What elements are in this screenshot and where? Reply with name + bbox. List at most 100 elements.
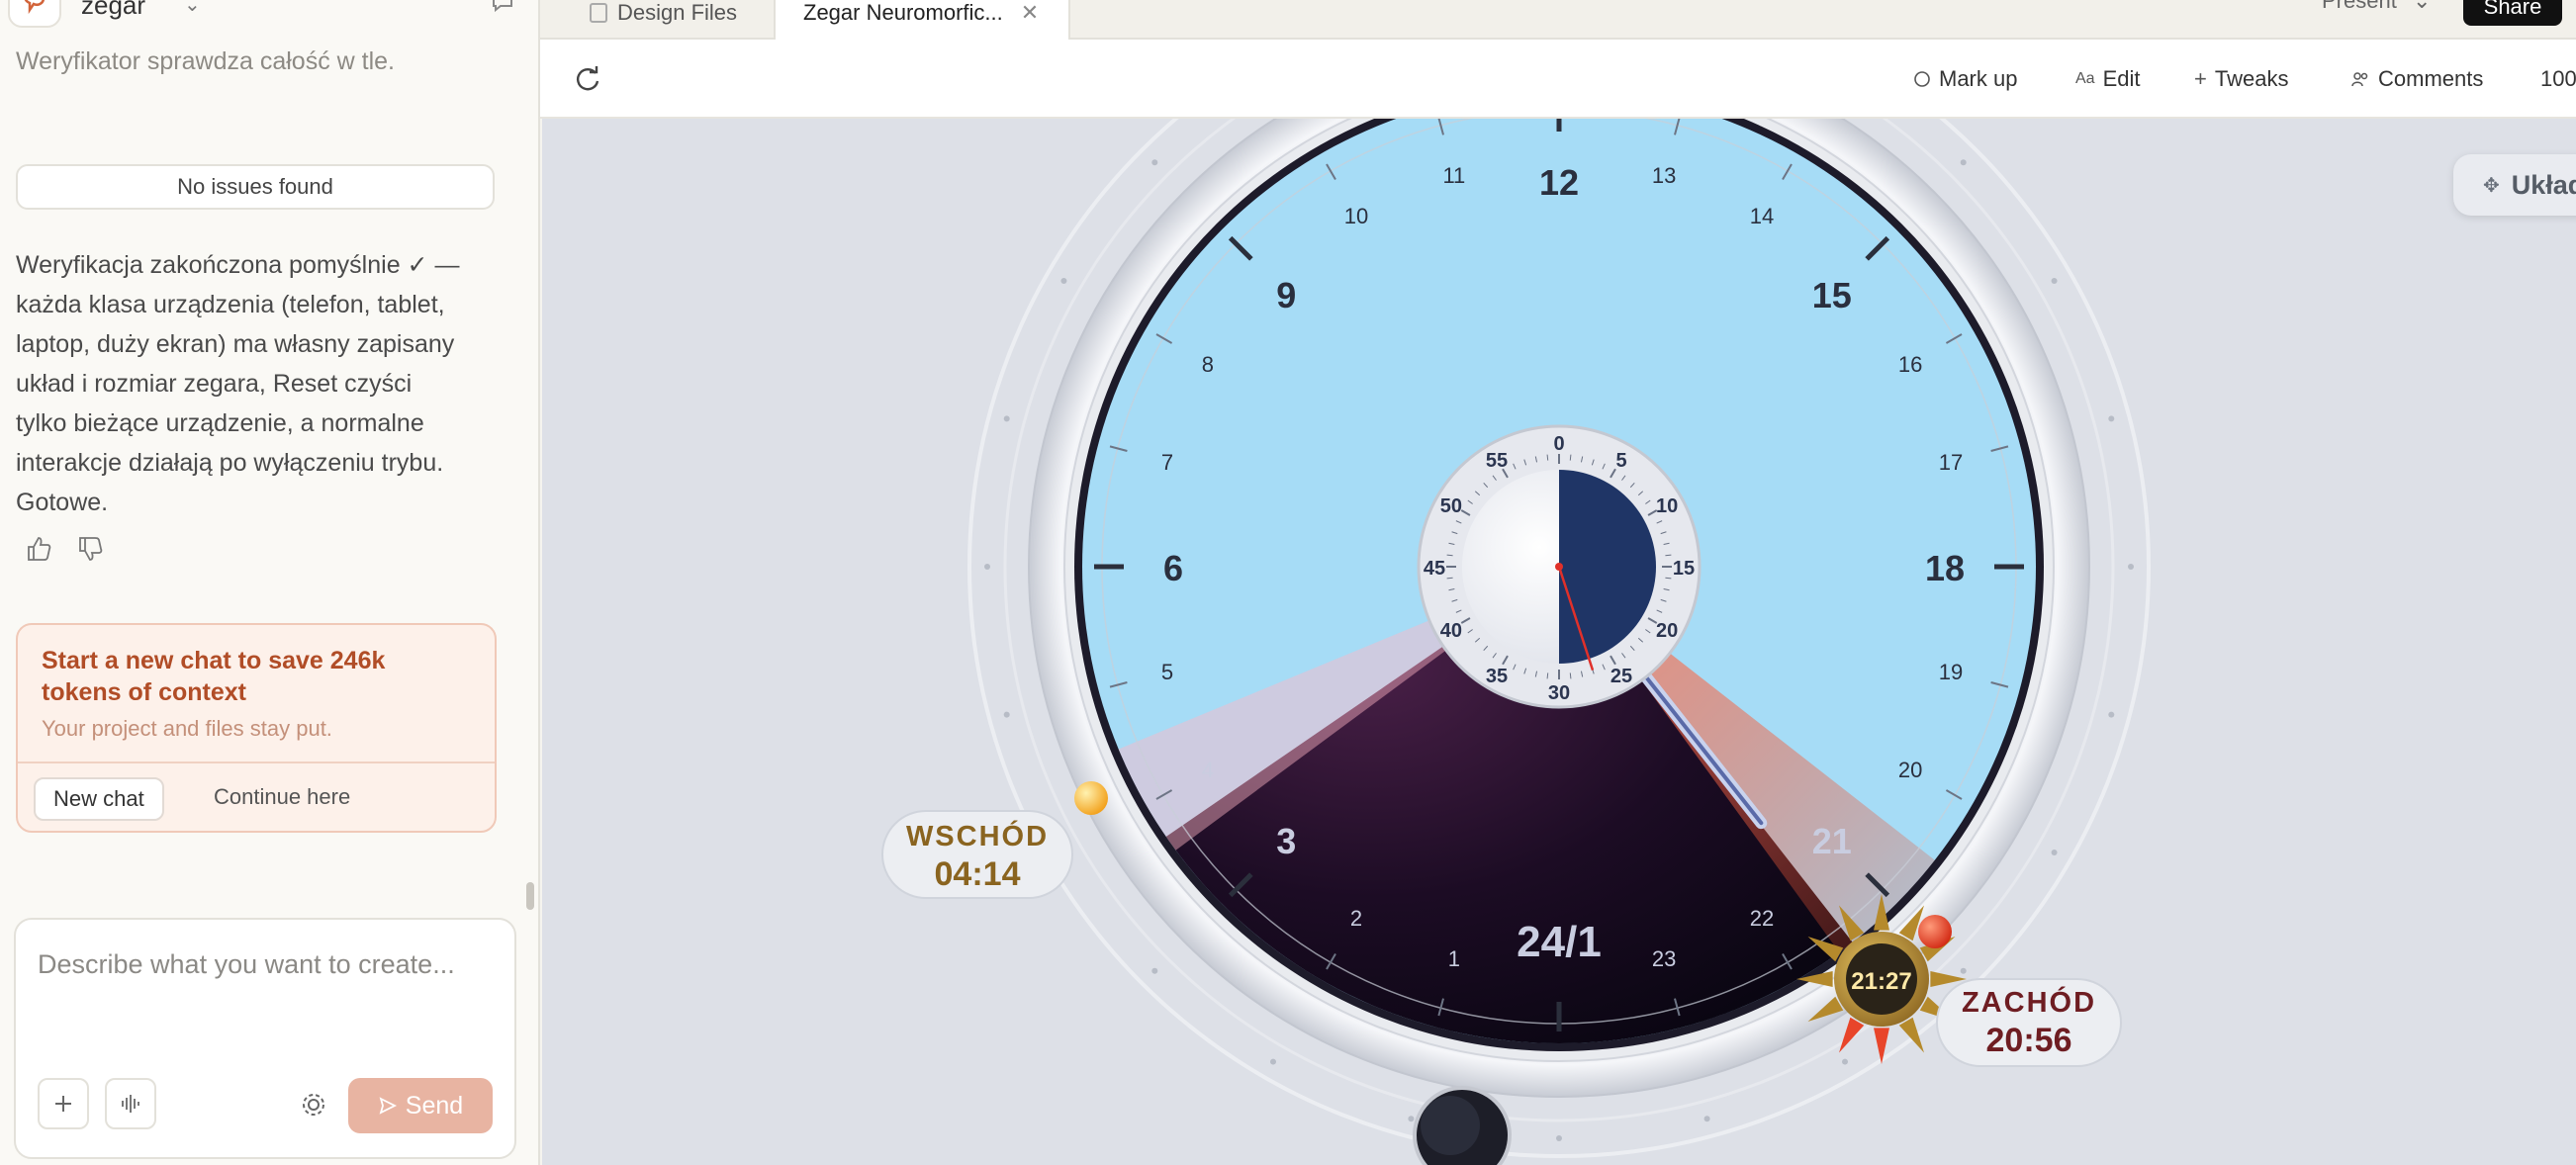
minute-label: 20	[1656, 620, 1678, 642]
hour-label: 8	[1202, 352, 1214, 377]
message-line: interakcje działają po wyłączeniu trybu.	[16, 449, 444, 477]
text-aa-icon: Aa	[2075, 70, 2095, 87]
hour-label: 5	[1161, 660, 1173, 684]
voice-input-button[interactable]	[105, 1078, 156, 1129]
hour-label: 24/1	[1517, 918, 1602, 966]
message-line: układ i rozmiar zegara, Reset czyści	[16, 370, 413, 398]
edit-button[interactable]: Aa Edit	[2075, 59, 2141, 99]
minute-tick	[1546, 454, 1549, 461]
tab-zegar[interactable]: Zegar Neuromorfic... ✕	[774, 0, 1070, 40]
minute-tick	[1665, 577, 1672, 580]
minute-label: 15	[1673, 558, 1695, 580]
gear-icon[interactable]	[299, 1090, 328, 1120]
move-icon: ✥	[2483, 174, 2500, 197]
waveform-icon	[122, 1095, 139, 1113]
markup-button[interactable]: Mark up	[1913, 59, 2017, 99]
ring-dot	[1960, 159, 1967, 166]
send-button[interactable]: Send	[348, 1078, 493, 1133]
minute-hand-pivot	[1555, 563, 1563, 571]
hour-label: 6	[1163, 548, 1183, 588]
ring-dot	[2108, 711, 2115, 718]
hour-label: 2	[1350, 906, 1362, 931]
app-logo-icon[interactable]	[8, 0, 61, 28]
hour-label: 15	[1812, 275, 1852, 315]
minute-tick	[1546, 672, 1549, 679]
message-line: tylko bieżące urządzenie, a normalne	[16, 409, 424, 437]
layout-button[interactable]: ✥ Układ	[2453, 154, 2576, 216]
notice-title: Start a new chat to save 246k tokens of …	[42, 647, 386, 706]
hour-label: 17	[1939, 450, 1963, 475]
message-line: Weryfikacja zakończona pomyślnie ✓ —	[16, 251, 460, 279]
tab-label: Design Files	[617, 0, 738, 25]
hour-label: 22	[1750, 906, 1774, 931]
ring-dot	[1060, 278, 1067, 284]
minute-label: 50	[1440, 495, 1462, 517]
markup-label: Mark up	[1939, 66, 2018, 91]
reload-icon[interactable]	[572, 63, 603, 95]
zoom-level[interactable]: 100	[2540, 59, 2576, 99]
edit-label: Edit	[2102, 66, 2141, 91]
minute-tick	[1446, 554, 1453, 557]
hour-label: 14	[1750, 204, 1774, 228]
hour-label: 21	[1812, 821, 1852, 861]
tab-bar: Design Files Zegar Neuromorfic... ✕ Pres…	[540, 0, 2576, 40]
tab-design-files[interactable]: Design Files	[590, 0, 737, 40]
sun-ray	[1839, 1017, 1865, 1053]
people-icon	[2351, 72, 2368, 87]
layout-label: Układ	[2511, 169, 2576, 200]
minute-label: 30	[1548, 682, 1570, 704]
thumbs-down-icon[interactable]	[75, 534, 105, 564]
ring-dot	[1270, 1058, 1276, 1065]
close-icon[interactable]: ✕	[1021, 0, 1039, 26]
hour-label: 7	[1161, 450, 1173, 475]
no-issues-badge: No issues found	[16, 164, 495, 210]
minute-label: 0	[1553, 433, 1564, 455]
add-attachment-button[interactable]	[38, 1078, 89, 1129]
minute-label: 5	[1615, 450, 1626, 472]
ring-dot	[1960, 967, 1967, 974]
neuromorphic-clock: 12 131415161718192021222324/1123456789101…	[881, 119, 2151, 1165]
share-button[interactable]: Share	[2463, 0, 2562, 26]
resize-handle[interactable]	[526, 882, 534, 910]
plus-icon: +	[2194, 66, 2207, 91]
comments-button[interactable]: Comments	[2350, 59, 2483, 99]
notice-subtitle: Your project and files stay put.	[42, 716, 332, 741]
present-label: Present	[2322, 0, 2397, 13]
hour-label: 4	[1202, 758, 1214, 782]
continue-here-button[interactable]: Continue here	[198, 777, 366, 817]
ring-dot	[2051, 850, 2058, 855]
sunrise-time: 04:14	[935, 855, 1021, 893]
project-name[interactable]: zegar	[81, 0, 145, 21]
ring-dot	[2108, 415, 2115, 422]
comments-label: Comments	[2378, 66, 2484, 91]
new-chat-button[interactable]: New chat	[34, 777, 164, 821]
minute-tick	[1569, 672, 1572, 679]
minute-tick	[1569, 454, 1572, 461]
tweaks-button[interactable]: + Tweaks	[2194, 59, 2288, 99]
ring-dot	[1151, 967, 1158, 974]
verifier-status-text: Weryfikator sprawdza całość w tle.	[16, 47, 395, 75]
hour-label: 13	[1652, 163, 1676, 188]
ring-dot	[2128, 564, 2134, 570]
ring-dot	[1842, 1058, 1848, 1065]
divider	[18, 762, 495, 763]
present-button[interactable]: Present ⌄	[2322, 0, 2431, 14]
ring-dot	[1556, 1135, 1562, 1141]
minute-label: 45	[1424, 558, 1445, 580]
ring-dot	[1151, 159, 1158, 166]
prompt-input[interactable]: Describe what you want to create...	[38, 949, 455, 980]
minute-label: 35	[1486, 666, 1508, 687]
sunset-sun-icon	[1918, 915, 1952, 948]
sidebar-header: zegar ⌄	[0, 0, 540, 40]
sunrise-sun-icon	[1074, 781, 1108, 815]
new-chat-icon[interactable]	[489, 0, 516, 21]
send-icon	[379, 1097, 397, 1115]
plus-icon	[55, 1096, 71, 1112]
minute-label: 40	[1440, 620, 1462, 642]
minute-label: 55	[1486, 450, 1508, 472]
knob-highlight	[1421, 1096, 1480, 1155]
comment-bubble-icon	[1914, 71, 1930, 87]
chevron-down-icon[interactable]: ⌄	[184, 0, 201, 17]
thumbs-up-icon[interactable]	[24, 534, 53, 564]
hour-label: 9	[1276, 275, 1296, 315]
